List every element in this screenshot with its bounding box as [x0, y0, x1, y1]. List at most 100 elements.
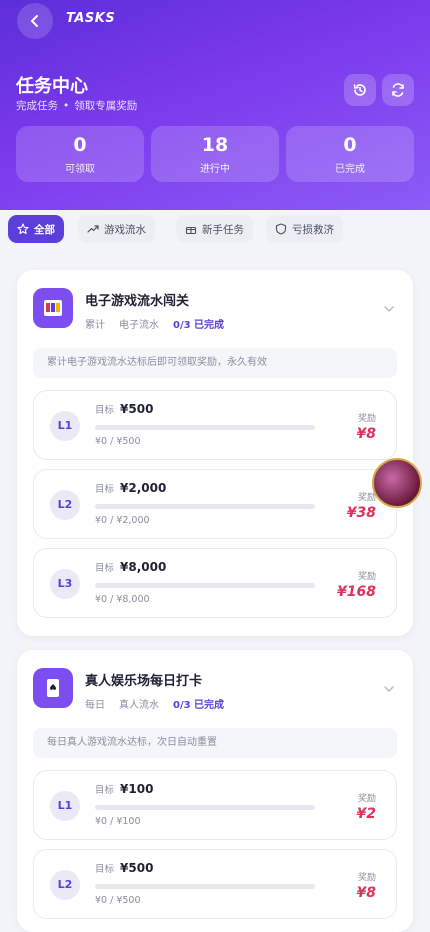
chevron-down-icon — [384, 686, 394, 692]
target-label: 目标 — [95, 864, 115, 875]
level-progress-text: ¥0 / ¥500 — [95, 895, 141, 906]
level-progress-bar — [95, 884, 315, 889]
level-progress-text: ¥0 / ¥2,000 — [95, 515, 150, 526]
hero-subtitle-dot: • — [63, 100, 70, 112]
back-button[interactable] — [17, 3, 53, 39]
level-target: 目标 ¥2,000 — [95, 481, 166, 495]
filter-tab-label: 全部 — [34, 223, 55, 236]
reward-label: 奖励 — [357, 794, 376, 804]
reward-value: ¥38 — [346, 505, 376, 521]
stat-label: 已完成 — [335, 164, 365, 175]
shield-icon — [275, 223, 287, 235]
card-title: 真人娱乐场每日打卡 — [85, 674, 203, 689]
history-icon — [353, 84, 366, 96]
card-frequency: 累计 — [85, 320, 105, 331]
level-progress-bar — [95, 805, 315, 810]
top-bar: TASKS — [0, 0, 430, 42]
level-progress-text: ¥0 / ¥8,000 — [95, 594, 150, 605]
expand-toggle[interactable] — [383, 300, 395, 319]
target-label: 目标 — [95, 563, 115, 574]
filter-tab-newbie[interactable]: 新手任务 — [176, 215, 253, 243]
target-value: ¥500 — [120, 402, 154, 416]
filter-tab-game-turnover[interactable]: 游戏流水 — [78, 215, 155, 243]
target-value: ¥500 — [120, 861, 154, 875]
card-meta: 每日 真人流水 0/3 已完成 — [85, 696, 224, 711]
level-badge: L1 — [50, 791, 80, 821]
hero-title: 任务中心 — [16, 76, 88, 97]
card-icon-container — [33, 668, 73, 708]
card-description: 每日真人游戏流水达标，次日自动重置 — [33, 728, 397, 758]
card-meta: 累计 电子流水 0/3 已完成 — [85, 316, 224, 331]
level-row[interactable]: L1 目标 ¥100 ¥0 / ¥100 奖励 ¥2 — [33, 770, 397, 840]
target-value: ¥8,000 — [120, 560, 167, 574]
filter-bar: 全部 游戏流水 新手任务 亏损救济 — [0, 210, 430, 254]
filter-tab-loss-relief[interactable]: 亏损救济 — [266, 215, 343, 243]
reward-value: ¥8 — [356, 885, 376, 901]
stat-value: 0 — [73, 134, 87, 156]
level-target: 目标 ¥500 — [95, 861, 153, 875]
target-value: ¥100 — [120, 782, 154, 796]
star-icon — [17, 223, 29, 235]
header-banner: TASKS 任务中心 完成任务 • 领取专属奖励 0 可领取 18 进行中 0 已完… — [0, 0, 430, 210]
page-title: TASKS — [66, 11, 116, 26]
level-target: 目标 ¥8,000 — [95, 560, 166, 574]
expand-toggle[interactable] — [383, 680, 395, 699]
level-progress-bar — [95, 425, 315, 430]
level-row[interactable]: L2 目标 ¥500 ¥0 / ¥500 奖励 ¥8 — [33, 849, 397, 919]
stat-claimable: 0 可领取 — [16, 126, 144, 182]
level-row[interactable]: L1 目标 ¥500 ¥0 / ¥500 奖励 ¥8 — [33, 390, 397, 460]
level-badge: L1 — [50, 411, 80, 441]
task-card: 电子游戏流水闯关 累计 电子流水 0/3 已完成 累计电子游戏流水达标后即可领取… — [17, 270, 413, 636]
stat-completed: 0 已完成 — [286, 126, 414, 182]
filter-tab-label: 新手任务 — [202, 223, 244, 236]
stat-label: 进行中 — [200, 164, 230, 175]
level-badge: L3 — [50, 569, 80, 599]
card-progress: 0/3 已完成 — [173, 700, 225, 711]
chevron-left-icon — [31, 15, 38, 27]
reward-label: 奖励 — [357, 572, 376, 582]
reward-value: ¥2 — [356, 806, 376, 822]
filter-tab-all[interactable]: 全部 — [8, 215, 64, 243]
level-badge: L2 — [50, 870, 80, 900]
hero-subtitle-right: 领取专属奖励 — [74, 100, 138, 112]
stat-value: 18 — [201, 134, 229, 156]
level-badge: L2 — [50, 490, 80, 520]
level-progress-text: ¥0 / ¥100 — [95, 816, 141, 827]
card-type: 真人流水 — [119, 700, 159, 711]
stat-label: 可领取 — [65, 164, 95, 175]
card-type: 电子流水 — [119, 320, 159, 331]
filter-tab-label: 游戏流水 — [104, 223, 146, 236]
card-title: 电子游戏流水闯关 — [85, 294, 190, 309]
refresh-icon — [392, 83, 404, 97]
card-frequency: 每日 — [85, 700, 105, 711]
level-target: 目标 ¥100 — [95, 782, 153, 796]
history-button[interactable] — [344, 74, 376, 106]
card-description: 累计电子游戏流水达标后即可领取奖励，永久有效 — [33, 348, 397, 378]
reward-value: ¥8 — [356, 426, 376, 442]
target-label: 目标 — [95, 484, 115, 495]
card-progress: 0/3 已完成 — [173, 320, 225, 331]
target-value: ¥2,000 — [120, 481, 167, 495]
level-target: 目标 ¥500 — [95, 402, 153, 416]
reward-label: 奖励 — [357, 873, 376, 883]
level-progress-bar — [95, 504, 315, 509]
reward-value: ¥168 — [337, 584, 376, 600]
level-progress-bar — [95, 583, 315, 588]
hero-subtitle-left: 完成任务 — [16, 100, 58, 112]
target-label: 目标 — [95, 785, 115, 796]
gift-icon — [185, 226, 197, 235]
hero-subtitle: 完成任务 • 领取专属奖励 — [16, 98, 137, 113]
level-progress-text: ¥0 / ¥500 — [95, 436, 141, 447]
stat-value: 0 — [343, 134, 357, 156]
refresh-button[interactable] — [382, 74, 414, 106]
filter-tab-label: 亏损救济 — [292, 223, 334, 236]
level-row[interactable]: L3 目标 ¥8,000 ¥0 / ¥8,000 奖励 ¥168 — [33, 548, 397, 618]
slot-machine-icon — [44, 300, 62, 316]
reward-label: 奖励 — [357, 414, 376, 424]
playing-card-icon — [47, 679, 59, 697]
chevron-down-icon — [384, 306, 394, 312]
level-row[interactable]: L2 目标 ¥2,000 ¥0 / ¥2,000 奖励 ¥38 — [33, 469, 397, 539]
floating-promo-button[interactable] — [372, 458, 422, 508]
task-card: 真人娱乐场每日打卡 每日 真人流水 0/3 已完成 每日真人游戏流水达标，次日自… — [17, 650, 413, 932]
trend-icon — [87, 225, 99, 233]
